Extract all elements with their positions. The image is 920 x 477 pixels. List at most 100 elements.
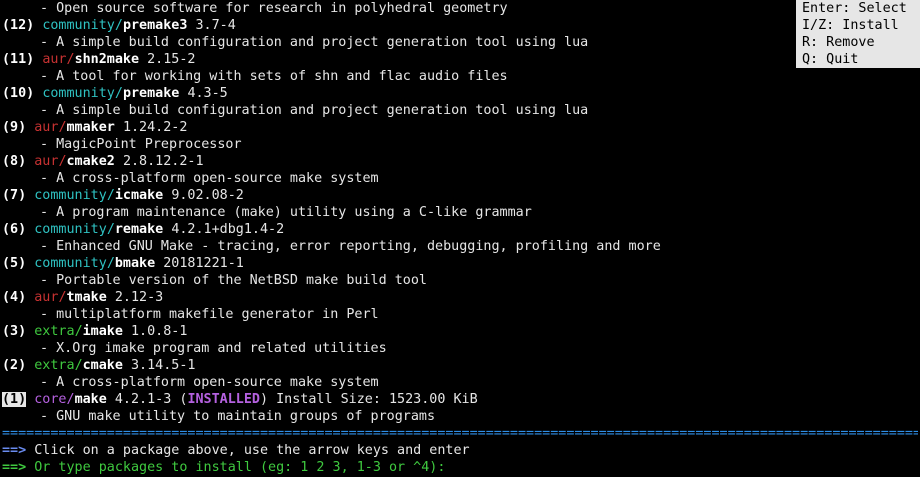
package-name: remake	[114, 222, 164, 237]
package-number[interactable]: (12)	[2, 18, 34, 33]
package-description: - Portable version of the NetBSD make bu…	[40, 273, 427, 288]
package-repo: community	[34, 188, 107, 203]
help-select: Enter: Select	[802, 1, 907, 16]
package-name: mmaker	[66, 120, 115, 135]
text-cursor[interactable]	[445, 459, 453, 473]
package-number[interactable]: (2)	[2, 358, 26, 373]
prompt-arrow: ==>	[2, 443, 27, 458]
package-name: bmake	[114, 256, 156, 271]
package-repo: aur	[34, 290, 59, 305]
package-description: - MagicPoint Preprocessor	[40, 137, 242, 152]
package-entry[interactable]: (10) community/premake 4.3-5	[2, 85, 918, 102]
package-repo: aur	[42, 52, 67, 67]
package-number[interactable]: (8)	[2, 154, 26, 169]
package-entry[interactable]: (5) community/bmake 20181221-1	[2, 255, 918, 272]
package-name: cmake	[82, 358, 123, 373]
package-entry[interactable]: (12) community/premake3 3.7-4	[2, 17, 918, 34]
package-entry[interactable]: (3) extra/imake 1.0.8-1	[2, 323, 918, 340]
package-number[interactable]: (9)	[2, 120, 26, 135]
package-version: 2.15-2	[147, 52, 196, 67]
keybinding-help-box: Enter: Select I/Z: Install R: Remove Q: …	[796, 0, 920, 68]
package-number[interactable]: (7)	[2, 188, 26, 203]
package-name: shn2make	[74, 52, 140, 67]
package-repo: community	[34, 222, 107, 237]
package-description: - GNU make utility to maintain groups of…	[40, 409, 436, 424]
package-version: 2.12-3	[114, 290, 164, 305]
package-version: 20181221-1	[163, 256, 244, 271]
package-number[interactable]: (10)	[2, 86, 34, 101]
package-entry[interactable]: (11) aur/shn2make 2.15-2	[2, 51, 918, 68]
package-description: - A tool for working with sets of shn an…	[40, 69, 508, 84]
package-version: 9.02.08-2	[171, 188, 244, 203]
package-description: - Open source software for research in p…	[40, 1, 508, 16]
repo-separator: /	[114, 18, 123, 33]
repo-separator: /	[106, 256, 115, 271]
package-name: imake	[82, 324, 123, 339]
package-number[interactable]: (3)	[2, 324, 26, 339]
package-number[interactable]: (11)	[2, 52, 34, 67]
package-version: 1.24.2-2	[122, 120, 188, 135]
package-number[interactable]: (4)	[2, 290, 26, 305]
install-size: Install Size: 1523.00 KiB	[276, 392, 478, 407]
package-repo: extra	[34, 358, 75, 373]
help-remove: R: Remove	[802, 35, 875, 50]
package-repo: aur	[34, 154, 59, 169]
prompt-line-2[interactable]: ==> Or type packages to install (eg: 1 2…	[2, 459, 918, 476]
package-description: - A simple build configuration and proje…	[40, 35, 589, 50]
package-name: premake3	[122, 18, 188, 33]
package-entry[interactable]: (8) aur/cmake2 2.8.12.2-1	[2, 153, 918, 170]
package-number[interactable]: (5)	[2, 256, 26, 271]
repo-separator: /	[74, 358, 83, 373]
repo-separator: /	[58, 120, 67, 135]
repo-separator: /	[66, 52, 75, 67]
prompt-input-label: Or type packages to install (eg: 1 2 3, …	[34, 460, 446, 475]
package-description: - multiplatform makefile generator in Pe…	[40, 307, 379, 322]
repo-separator: /	[114, 86, 123, 101]
prompt-text: Click on a package above, use the arrow …	[34, 443, 470, 458]
repo-separator: /	[106, 222, 115, 237]
package-list: (12) community/premake3 3.7-4- A simple …	[2, 17, 918, 425]
package-entry[interactable]: (1) core/make 4.2.1-3 (INSTALLED) Instal…	[2, 391, 918, 408]
package-description: - Enhanced GNU Make - tracing, error rep…	[40, 239, 661, 254]
repo-separator: /	[58, 154, 67, 169]
package-entry[interactable]: (4) aur/tmake 2.12-3	[2, 289, 918, 306]
package-repo: extra	[34, 324, 75, 339]
package-description: - A cross-platform open-source make syst…	[40, 171, 379, 186]
help-install: I/Z: Install	[802, 18, 899, 33]
repo-separator: /	[58, 290, 67, 305]
package-version: 2.8.12.2-1	[122, 154, 204, 169]
package-version: 1.0.8-1	[131, 324, 188, 339]
package-name: cmake2	[66, 154, 115, 169]
package-description: - A cross-platform open-source make syst…	[40, 375, 379, 390]
package-repo: aur	[34, 120, 59, 135]
package-description: - A program maintenance (make) utility u…	[40, 205, 532, 220]
separator-line: ========================================…	[2, 426, 918, 441]
package-version: 4.2.1+dbg1.4-2	[171, 222, 285, 237]
package-repo: community	[42, 86, 115, 101]
prompt-line-1: ==> Click on a package above, use the ar…	[2, 442, 918, 459]
help-quit: Q: Quit	[802, 52, 859, 67]
package-entry[interactable]: (6) community/remake 4.2.1+dbg1.4-2	[2, 221, 918, 238]
package-description: - A simple build configuration and proje…	[40, 103, 589, 118]
package-name: icmake	[114, 188, 164, 203]
package-entry[interactable]: (9) aur/mmaker 1.24.2-2	[2, 119, 918, 136]
package-name: tmake	[66, 290, 107, 305]
repo-separator: /	[66, 392, 75, 407]
package-number[interactable]: (1)	[2, 392, 27, 407]
package-entry[interactable]: (7) community/icmake 9.02.08-2	[2, 187, 918, 204]
installed-badge: INSTALLED	[187, 392, 260, 407]
package-repo: community	[42, 18, 115, 33]
package-number[interactable]: (6)	[2, 222, 26, 237]
package-repo: community	[34, 256, 107, 271]
package-name: make	[74, 392, 107, 407]
package-version: 3.7-4	[195, 18, 236, 33]
package-entry[interactable]: (2) extra/cmake 3.14.5-1	[2, 357, 918, 374]
package-version: 4.3-5	[187, 86, 228, 101]
package-description: - X.Org imake program and related utilit…	[40, 341, 387, 356]
terminal-output: - Open source software for research in p…	[2, 0, 918, 476]
package-repo: core	[34, 392, 67, 407]
repo-separator: /	[106, 188, 115, 203]
package-version: 4.2.1-3	[114, 392, 172, 407]
prompt-arrow: ==>	[2, 460, 27, 475]
package-name: premake	[122, 86, 180, 101]
